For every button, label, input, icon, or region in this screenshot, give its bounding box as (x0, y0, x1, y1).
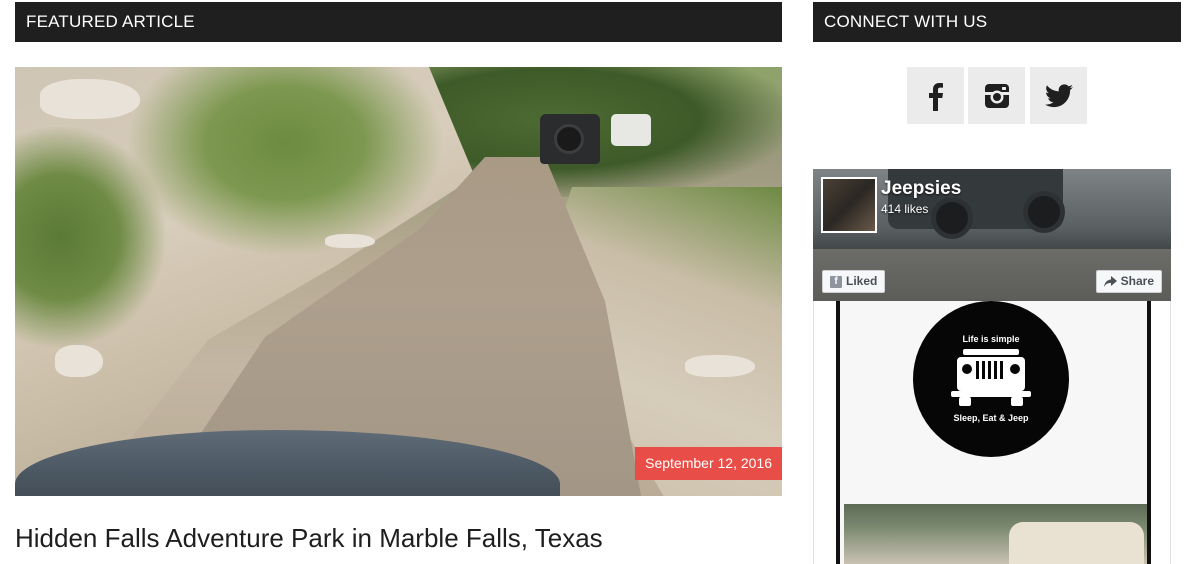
instagram-button[interactable] (968, 67, 1025, 124)
facebook-button[interactable] (907, 67, 964, 124)
connect-with-us-header: CONNECT WITH US (813, 2, 1181, 42)
twitter-button[interactable] (1030, 67, 1087, 124)
share-arrow-icon (1103, 276, 1117, 287)
logo-top-text: Life is simple (962, 334, 1020, 344)
connect-heading: CONNECT WITH US (824, 12, 988, 31)
article-title-link[interactable]: Hidden Falls Adventure Park in Marble Fa… (15, 520, 775, 556)
image-grass-top (125, 67, 445, 257)
image-rock (55, 345, 103, 377)
facebook-page-name[interactable]: Jeepsies (881, 178, 961, 200)
featured-article-heading: FEATURED ARTICLE (26, 12, 195, 31)
post-phone-frame: Life is simple Sleep, Eat & Jeep (836, 301, 1151, 564)
image-rock (40, 79, 140, 119)
logo-bottom-text: Sleep, Eat & Jeep (953, 413, 1029, 423)
post-photo (844, 504, 1147, 564)
liked-label: Liked (846, 274, 878, 288)
facebook-post[interactable]: Life is simple Sleep, Eat & Jeep (813, 301, 1171, 564)
facebook-icon (928, 82, 943, 111)
post-photo-rv (1009, 522, 1144, 564)
instagram-icon (984, 83, 1009, 108)
twitter-icon (1044, 83, 1073, 107)
article-date-badge: September 12, 2016 (635, 447, 782, 480)
facebook-page-likes: 414 likes (881, 202, 929, 216)
image-jeep-dark (540, 114, 600, 164)
cover-jeep-wheel (1023, 191, 1065, 233)
cover-jeep-wheel (931, 197, 973, 239)
liked-button[interactable]: f Liked (822, 270, 886, 293)
post-image: Life is simple Sleep, Eat & Jeep (840, 301, 1147, 564)
share-button[interactable]: Share (1095, 270, 1162, 293)
jeep-logo-badge: Life is simple Sleep, Eat & Jeep (913, 301, 1069, 457)
image-jeep-white (611, 114, 651, 146)
share-label: Share (1120, 274, 1154, 288)
facebook-cover-photo[interactable]: Jeepsies 414 likes f Liked Share (813, 169, 1171, 301)
image-rock (685, 355, 755, 377)
page-avatar[interactable] (821, 177, 877, 233)
facebook-page-widget: Jeepsies 414 likes f Liked Share Life is… (813, 169, 1171, 564)
facebook-logo-icon: f (830, 275, 842, 288)
image-rock (325, 234, 375, 248)
jeep-grille-icon (951, 349, 1031, 406)
featured-article-image[interactable]: September 12, 2016 (15, 67, 782, 496)
featured-article-header: FEATURED ARTICLE (15, 2, 782, 42)
